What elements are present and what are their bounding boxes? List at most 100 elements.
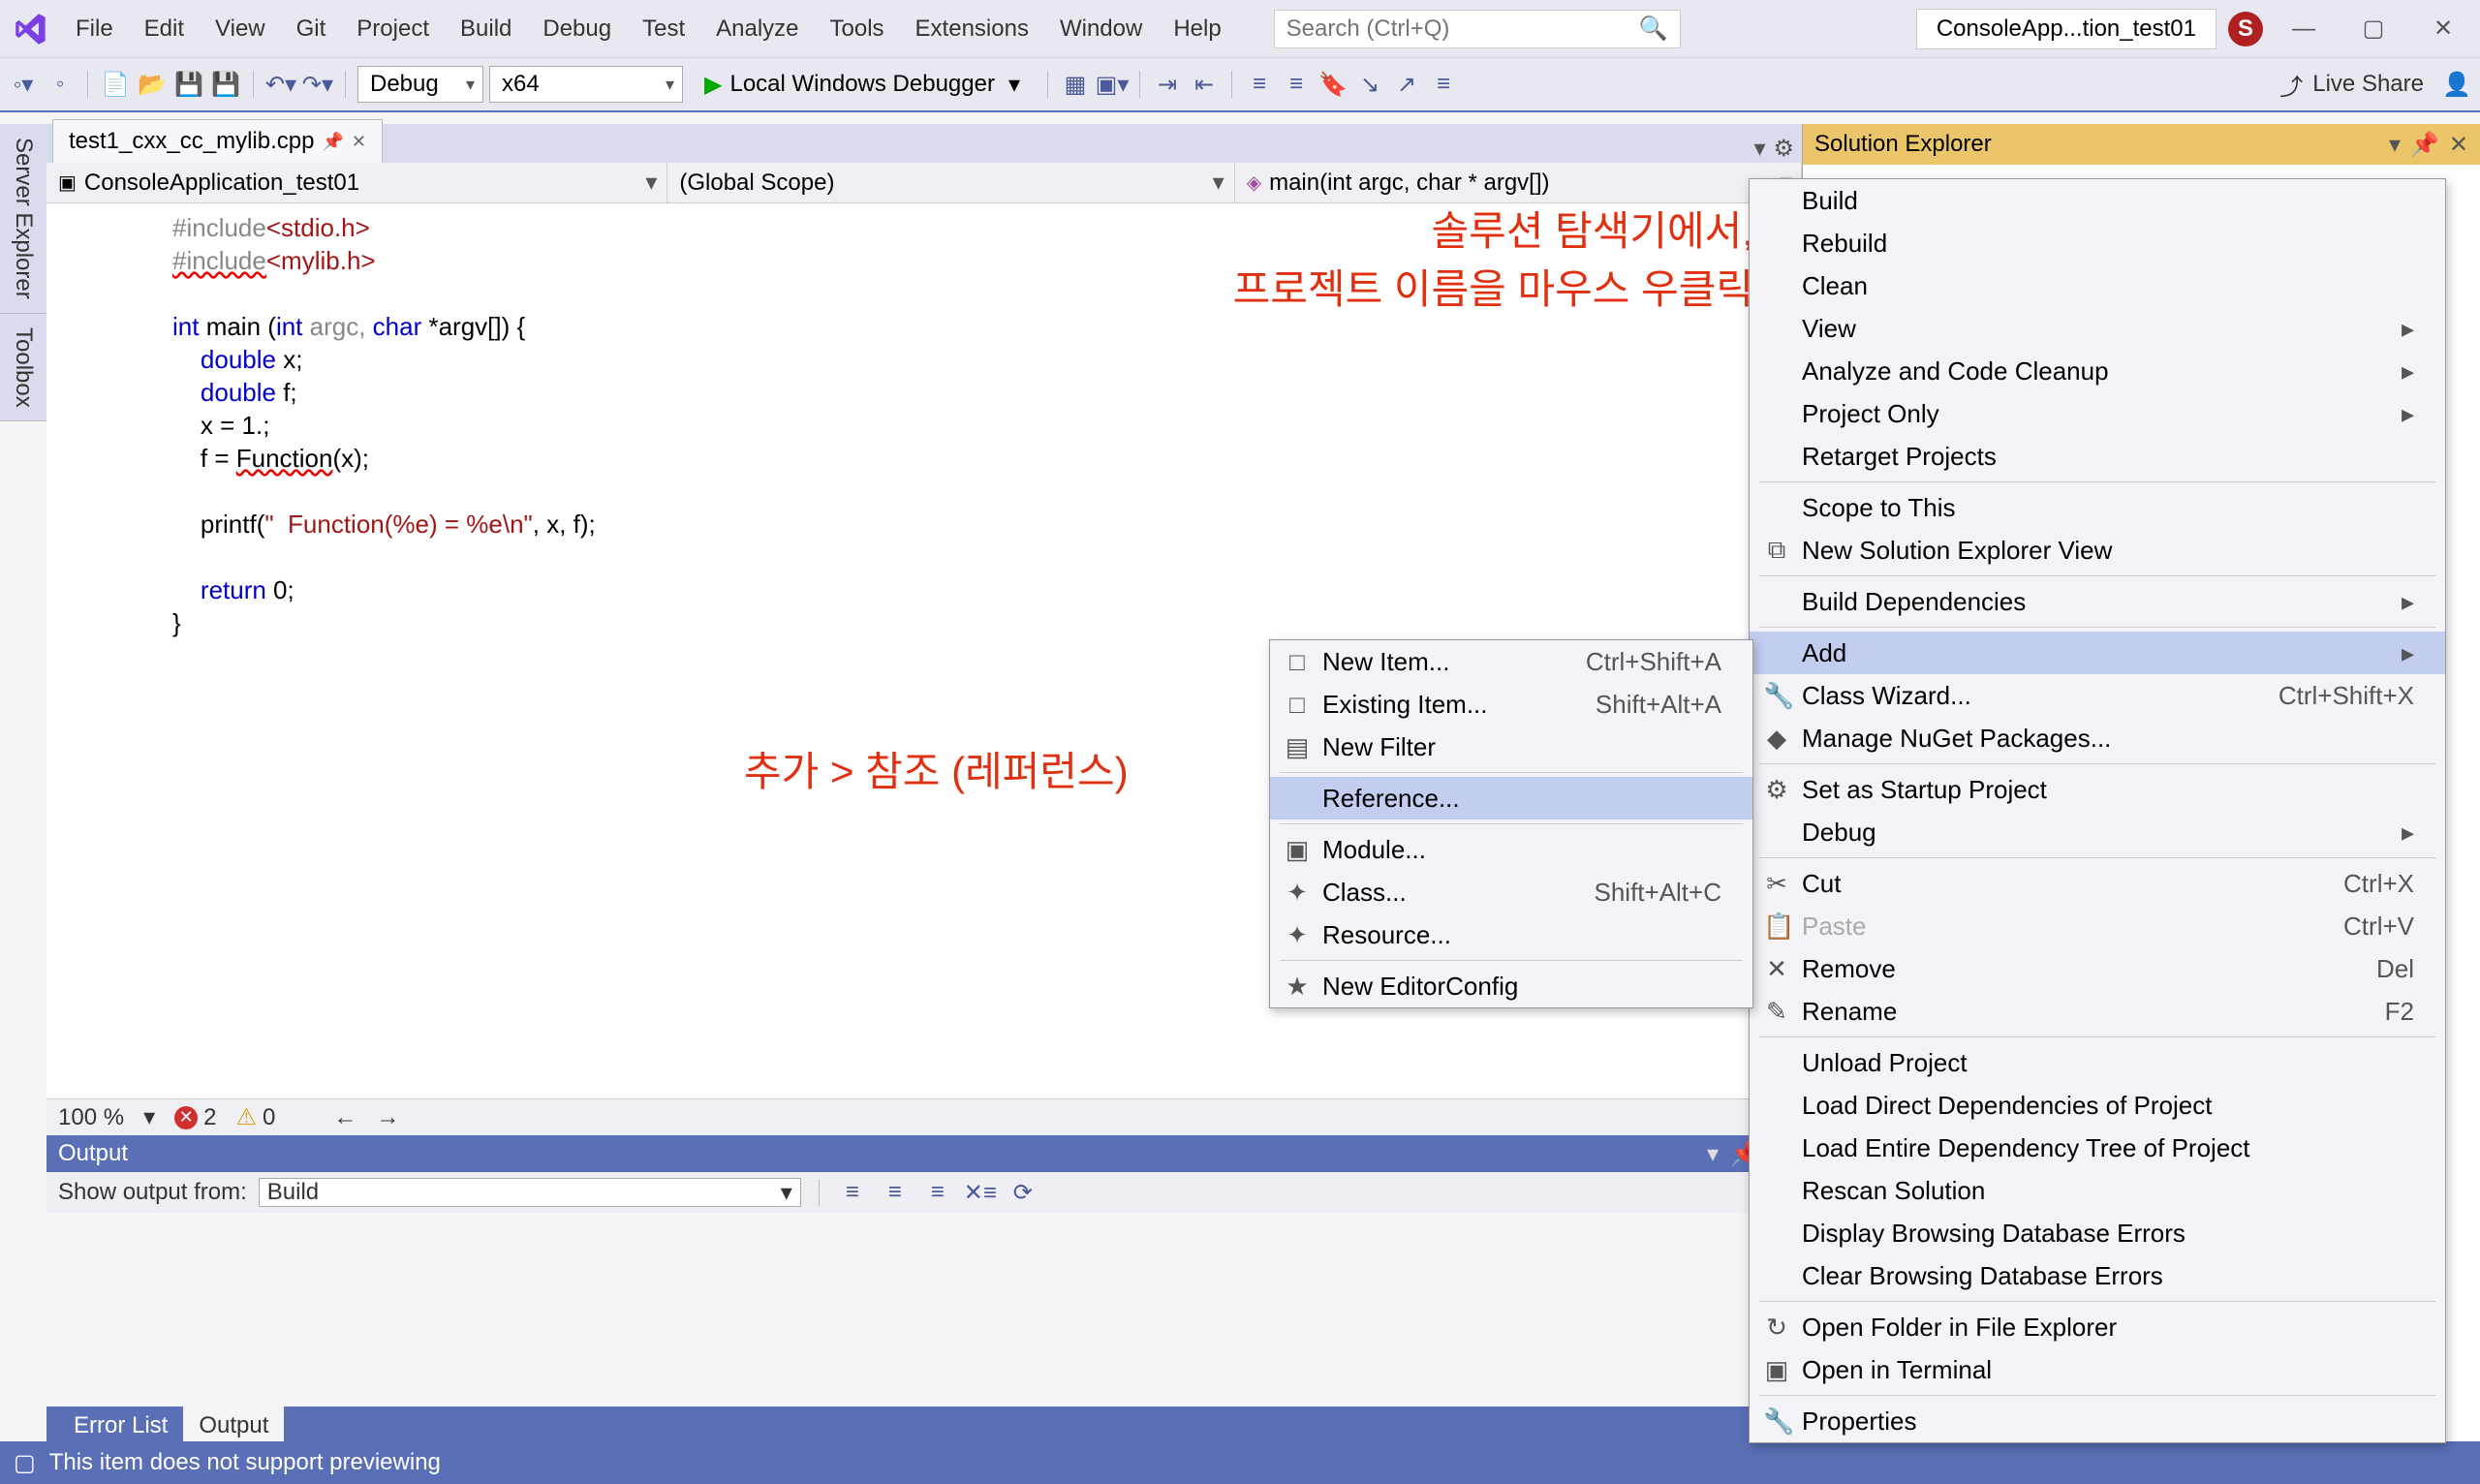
menu-item-view[interactable]: View▸ — [1750, 307, 2445, 350]
menu-item-unload-project[interactable]: Unload Project — [1750, 1041, 2445, 1084]
search-box[interactable]: 🔍 — [1274, 10, 1681, 48]
menu-item-analyze-and-code-cleanup[interactable]: Analyze and Code Cleanup▸ — [1750, 350, 2445, 392]
output-body[interactable] — [46, 1213, 1802, 1407]
output-btn-4[interactable]: ⟳ — [1008, 1177, 1038, 1208]
output-btn-3[interactable]: ≡ — [922, 1177, 953, 1208]
toolbar-icon-2[interactable]: ▣▾ — [1097, 69, 1128, 100]
menu-item-open-folder-in-file-explorer[interactable]: ↻Open Folder in File Explorer — [1750, 1306, 2445, 1348]
error-list-tab[interactable]: Error List — [58, 1407, 183, 1445]
zoom-dropdown-icon[interactable]: ▾ — [143, 1103, 155, 1131]
menu-item-set-as-startup-project[interactable]: ⚙Set as Startup Project — [1750, 768, 2445, 811]
sol-dropdown-icon[interactable]: ▾ — [2389, 131, 2401, 159]
output-source-dropdown[interactable]: Build — [259, 1178, 801, 1207]
menu-item-class-[interactable]: ✦Class...Shift+Alt+C — [1270, 871, 1752, 913]
maximize-button[interactable]: ▢ — [2344, 10, 2402, 48]
menu-item-new-filter[interactable]: ▤New Filter — [1270, 726, 1752, 768]
tab-settings-icon[interactable]: ⚙ — [1773, 135, 1794, 163]
menu-item-properties[interactable]: 🔧Properties — [1750, 1400, 2445, 1442]
server-explorer-tab[interactable]: Server Explorer — [0, 124, 46, 314]
menu-git[interactable]: Git — [283, 8, 340, 50]
menu-item-remove[interactable]: ✕RemoveDel — [1750, 947, 2445, 990]
func-context-dropdown[interactable]: ◈ main(int argc, char * argv[]) — [1235, 163, 1802, 202]
menu-view[interactable]: View — [202, 8, 279, 50]
menu-item-new-editorconfig[interactable]: ★New EditorConfig — [1270, 965, 1752, 1007]
redo-icon[interactable]: ↷▾ — [302, 69, 333, 100]
menu-item-existing-item-[interactable]: □Existing Item...Shift+Alt+A — [1270, 683, 1752, 726]
menu-item-load-entire-dependency-tree-of-project[interactable]: Load Entire Dependency Tree of Project — [1750, 1127, 2445, 1169]
project-title[interactable]: ConsoleApp...tion_test01 — [1916, 9, 2216, 49]
menu-build[interactable]: Build — [447, 8, 525, 50]
user-icon[interactable]: 👤 — [2441, 69, 2472, 100]
project-context-dropdown[interactable]: ▣ ConsoleApplication_test01 — [46, 163, 667, 202]
toolbar-icon-5[interactable]: ≡ — [1244, 69, 1275, 100]
warning-count[interactable]: ⚠0 — [235, 1103, 275, 1131]
menu-item-new-solution-explorer-view[interactable]: ⧉New Solution Explorer View — [1750, 529, 2445, 572]
toolbar-icon-3[interactable]: ⇥ — [1152, 69, 1183, 100]
menu-analyze[interactable]: Analyze — [702, 8, 812, 50]
close-tab-icon[interactable]: ✕ — [352, 132, 366, 152]
live-share-button[interactable]: ⤴ Live Share — [2268, 68, 2435, 102]
toolbar-icon-1[interactable]: ▦ — [1060, 69, 1091, 100]
panel-dropdown-icon[interactable]: ▾ — [1707, 1140, 1719, 1168]
forward-icon[interactable]: ◦ — [45, 69, 76, 100]
menu-help[interactable]: Help — [1160, 8, 1234, 50]
user-badge[interactable]: S — [2228, 12, 2263, 46]
menu-item-build[interactable]: Build — [1750, 179, 2445, 222]
minimize-button[interactable]: — — [2275, 10, 2333, 48]
menu-window[interactable]: Window — [1046, 8, 1156, 50]
sol-pin-icon[interactable]: 📌 — [2410, 131, 2439, 159]
menu-item-new-item-[interactable]: □New Item...Ctrl+Shift+A — [1270, 640, 1752, 683]
menu-item-class-wizard-[interactable]: 🔧Class Wizard...Ctrl+Shift+X — [1750, 674, 2445, 717]
toolbar-icon-8[interactable]: ↗ — [1391, 69, 1422, 100]
menu-item-display-browsing-database-errors[interactable]: Display Browsing Database Errors — [1750, 1212, 2445, 1254]
start-debug-button[interactable]: ▶ Local Windows Debugger ▾ — [689, 66, 1036, 103]
menu-item-rebuild[interactable]: Rebuild — [1750, 222, 2445, 264]
menu-tools[interactable]: Tools — [817, 8, 898, 50]
output-btn-2[interactable]: ≡ — [880, 1177, 911, 1208]
platform-dropdown[interactable]: x64 — [489, 66, 683, 103]
tab-dropdown-icon[interactable]: ▾ — [1753, 135, 1765, 163]
search-input[interactable] — [1286, 15, 1639, 43]
menu-item-open-in-terminal[interactable]: ▣Open in Terminal — [1750, 1348, 2445, 1391]
bookmark-icon[interactable]: 🔖 — [1318, 69, 1348, 100]
menu-item-clean[interactable]: Clean — [1750, 264, 2445, 307]
menu-item-reference-[interactable]: Reference... — [1270, 777, 1752, 819]
menu-item-project-only[interactable]: Project Only▸ — [1750, 392, 2445, 435]
menu-item-resource-[interactable]: ✦Resource... — [1270, 913, 1752, 956]
close-button[interactable]: ✕ — [2414, 10, 2472, 48]
toolbar-icon-4[interactable]: ⇤ — [1189, 69, 1220, 100]
menu-item-rescan-solution[interactable]: Rescan Solution — [1750, 1169, 2445, 1212]
scope-context-dropdown[interactable]: (Global Scope) — [667, 163, 1234, 202]
output-tab[interactable]: Output — [183, 1407, 284, 1445]
menu-test[interactable]: Test — [629, 8, 698, 50]
sol-close-icon[interactable]: ✕ — [2449, 131, 2468, 159]
save-icon[interactable]: 💾 — [173, 69, 204, 100]
menu-extensions[interactable]: Extensions — [902, 8, 1042, 50]
menu-item-clear-browsing-database-errors[interactable]: Clear Browsing Database Errors — [1750, 1254, 2445, 1297]
config-dropdown[interactable]: Debug — [357, 66, 483, 103]
toolbar-icon-9[interactable]: ≡ — [1428, 69, 1459, 100]
menu-item-rename[interactable]: ✎RenameF2 — [1750, 990, 2445, 1033]
menu-edit[interactable]: Edit — [131, 8, 198, 50]
menu-item-load-direct-dependencies-of-project[interactable]: Load Direct Dependencies of Project — [1750, 1084, 2445, 1127]
menu-file[interactable]: File — [62, 8, 127, 50]
menu-item-build-dependencies[interactable]: Build Dependencies▸ — [1750, 580, 2445, 623]
menu-item-scope-to-this[interactable]: Scope to This — [1750, 486, 2445, 529]
document-tab[interactable]: test1_cxx_cc_mylib.cpp 📌 ✕ — [52, 119, 383, 163]
nav-back-icon[interactable]: ← — [333, 1104, 356, 1131]
output-clear-icon[interactable]: ✕≡ — [965, 1177, 996, 1208]
menu-item-module-[interactable]: ▣Module... — [1270, 828, 1752, 871]
menu-project[interactable]: Project — [343, 8, 443, 50]
back-dropdown-icon[interactable]: ◦▾ — [8, 69, 39, 100]
menu-item-retarget-projects[interactable]: Retarget Projects — [1750, 435, 2445, 478]
toolbar-icon-6[interactable]: ≡ — [1281, 69, 1312, 100]
menu-item-manage-nuget-packages-[interactable]: ◆Manage NuGet Packages... — [1750, 717, 2445, 759]
pin-icon[interactable]: 📌 — [322, 132, 343, 152]
menu-item-add[interactable]: Add▸ — [1750, 632, 2445, 674]
menu-item-cut[interactable]: ✂CutCtrl+X — [1750, 862, 2445, 905]
undo-icon[interactable]: ↶▾ — [265, 69, 296, 100]
zoom-level[interactable]: 100 % — [58, 1104, 124, 1131]
nav-forward-icon[interactable]: → — [376, 1104, 399, 1131]
save-all-icon[interactable]: 💾 — [210, 69, 241, 100]
error-count[interactable]: ✕2 — [174, 1104, 216, 1131]
